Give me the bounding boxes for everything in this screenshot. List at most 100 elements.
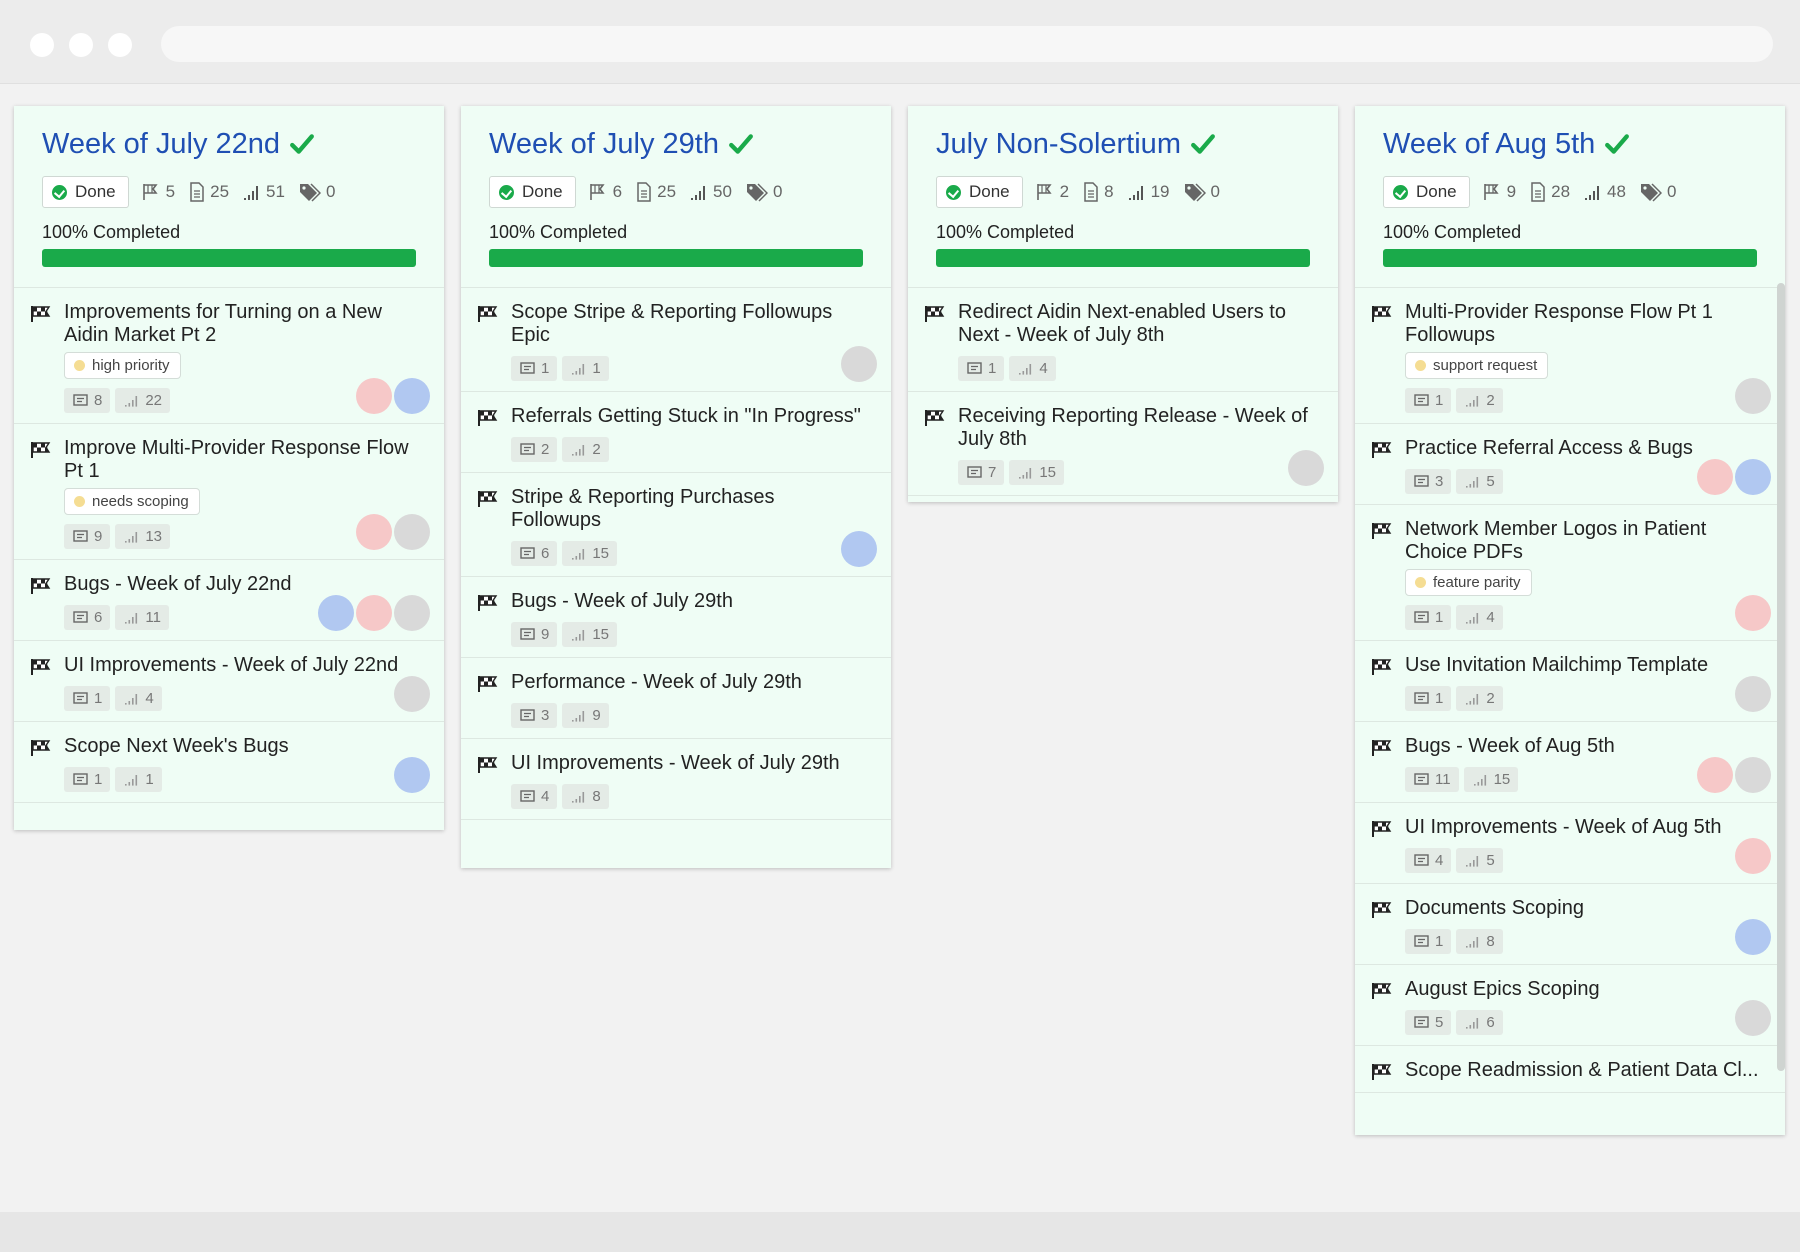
column-title[interactable]: Week of Aug 5th [1383, 128, 1595, 161]
status-button[interactable]: Done [1383, 176, 1470, 208]
milestone-count-value: 2 [1059, 182, 1070, 201]
epic-card[interactable]: Bugs - Week of Aug 5th 11 15 [1355, 722, 1785, 803]
signal-bars-icon [1466, 1017, 1479, 1029]
epic-card[interactable]: Receiving Reporting Release - Week of Ju… [908, 392, 1338, 496]
card-title[interactable]: Bugs - Week of July 22nd [64, 573, 430, 596]
epic-card[interactable]: Referrals Getting Stuck in "In Progress"… [461, 392, 891, 473]
avatar[interactable] [1697, 757, 1733, 793]
avatar[interactable] [356, 595, 392, 631]
card-title[interactable]: UI Improvements - Week of July 29th [511, 752, 877, 775]
epic-card[interactable]: Scope Readmission & Patient Data Cl... [1355, 1046, 1785, 1093]
avatar[interactable] [318, 595, 354, 631]
column-title-row[interactable]: Week of July 29th [489, 126, 863, 162]
avatar[interactable] [394, 676, 430, 712]
card-title[interactable]: Scope Readmission & Patient Data Cl... [1405, 1059, 1771, 1082]
card-label[interactable]: support request [1405, 352, 1549, 379]
epic-card[interactable]: Scope Stripe & Reporting Followups Epic … [461, 288, 891, 392]
window-close-button[interactable] [30, 33, 54, 57]
avatar[interactable] [1735, 757, 1771, 793]
card-title[interactable]: UI Improvements - Week of July 22nd [64, 654, 430, 677]
card-title[interactable]: Network Member Logos in Patient Choice P… [1405, 518, 1771, 564]
avatar[interactable] [841, 346, 877, 382]
card-title[interactable]: Multi-Provider Response Flow Pt 1 Follow… [1405, 301, 1771, 347]
avatar[interactable] [1288, 450, 1324, 486]
column-title-row[interactable]: Week of Aug 5th [1383, 126, 1757, 162]
card-title[interactable]: Receiving Reporting Release - Week of Ju… [958, 405, 1324, 451]
card-title[interactable]: Bugs - Week of Aug 5th [1405, 735, 1771, 758]
avatar[interactable] [394, 595, 430, 631]
card-footer: 1 1 [64, 766, 430, 792]
column-title[interactable]: Week of July 29th [489, 128, 719, 161]
status-button[interactable]: Done [936, 176, 1023, 208]
card-title[interactable]: Stripe & Reporting Purchases Followups [511, 486, 877, 532]
epic-card[interactable]: Stripe & Reporting Purchases Followups 6… [461, 473, 891, 577]
avatar[interactable] [1735, 378, 1771, 414]
signal-bars-icon [572, 629, 585, 641]
column-title[interactable]: Week of July 22nd [42, 128, 280, 161]
avatar[interactable] [394, 378, 430, 414]
card-list: Redirect Aidin Next-enabled Users to Nex… [908, 288, 1338, 496]
card-title[interactable]: Improvements for Turning on a New Aidin … [64, 301, 430, 347]
epic-card[interactable]: UI Improvements - Week of July 29th 4 8 [461, 739, 891, 820]
checkered-flag-icon [31, 306, 51, 322]
card-title[interactable]: Practice Referral Access & Bugs [1405, 437, 1771, 460]
epic-card[interactable]: August Epics Scoping 5 6 [1355, 965, 1785, 1046]
epic-card[interactable]: Use Invitation Mailchimp Template 1 2 [1355, 641, 1785, 722]
card-label[interactable]: high priority [64, 352, 181, 379]
window-minimize-button[interactable] [69, 33, 93, 57]
epic-card[interactable]: UI Improvements - Week of Aug 5th 4 5 [1355, 803, 1785, 884]
avatar[interactable] [356, 378, 392, 414]
window-maximize-button[interactable] [108, 33, 132, 57]
epic-card[interactable]: Practice Referral Access & Bugs 3 5 [1355, 424, 1785, 505]
comment-icon [520, 546, 535, 559]
column-title-row[interactable]: July Non-Solertium [936, 126, 1310, 162]
column-scrollbar[interactable] [1777, 283, 1785, 1071]
avatar[interactable] [1697, 459, 1733, 495]
card-title[interactable]: UI Improvements - Week of Aug 5th [1405, 816, 1771, 839]
epic-card[interactable]: Performance - Week of July 29th 3 9 [461, 658, 891, 739]
card-doc-count-value: 1 [94, 689, 103, 707]
avatar[interactable] [841, 531, 877, 567]
card-title[interactable]: Referrals Getting Stuck in "In Progress" [511, 405, 877, 428]
card-doc-count-value: 4 [1435, 851, 1444, 869]
card-points-value: 2 [1486, 689, 1495, 707]
card-title[interactable]: Scope Stripe & Reporting Followups Epic [511, 301, 877, 347]
avatar[interactable] [1735, 676, 1771, 712]
avatar[interactable] [1735, 1000, 1771, 1036]
avatar[interactable] [356, 514, 392, 550]
epic-card[interactable]: Redirect Aidin Next-enabled Users to Nex… [908, 288, 1338, 392]
epic-card[interactable]: Documents Scoping 1 8 [1355, 884, 1785, 965]
epic-card[interactable]: Improve Multi-Provider Response Flow Pt … [14, 424, 444, 560]
avatar[interactable] [394, 757, 430, 793]
epic-card[interactable]: UI Improvements - Week of July 22nd 1 4 [14, 641, 444, 722]
card-title[interactable]: Scope Next Week's Bugs [64, 735, 430, 758]
status-button[interactable]: Done [42, 176, 129, 208]
epic-card[interactable]: Scope Next Week's Bugs 1 1 [14, 722, 444, 803]
card-title[interactable]: Redirect Aidin Next-enabled Users to Nex… [958, 301, 1324, 347]
epic-card[interactable]: Multi-Provider Response Flow Pt 1 Follow… [1355, 288, 1785, 424]
card-label[interactable]: needs scoping [64, 488, 200, 515]
card-doc-count: 9 [64, 523, 111, 549]
address-bar[interactable] [161, 26, 1773, 62]
card-title[interactable]: Performance - Week of July 29th [511, 671, 877, 694]
epic-card[interactable]: Bugs - Week of July 29th 9 15 [461, 577, 891, 658]
epic-card[interactable]: Improvements for Turning on a New Aidin … [14, 288, 444, 424]
card-doc-count: 3 [1405, 468, 1452, 494]
epic-card[interactable]: Network Member Logos in Patient Choice P… [1355, 505, 1785, 641]
avatar[interactable] [1735, 919, 1771, 955]
avatar[interactable] [394, 514, 430, 550]
avatar[interactable] [1735, 838, 1771, 874]
avatar[interactable] [1735, 595, 1771, 631]
epic-card[interactable]: Bugs - Week of July 22nd 6 11 [14, 560, 444, 641]
column-title-row[interactable]: Week of July 22nd [42, 126, 416, 162]
card-title[interactable]: Documents Scoping [1405, 897, 1771, 920]
card-title[interactable]: Bugs - Week of July 29th [511, 590, 877, 613]
card-title[interactable]: Improve Multi-Provider Response Flow Pt … [64, 437, 430, 483]
card-title[interactable]: Use Invitation Mailchimp Template [1405, 654, 1771, 677]
column-title[interactable]: July Non-Solertium [936, 128, 1181, 161]
status-button[interactable]: Done [489, 176, 576, 208]
card-title[interactable]: August Epics Scoping [1405, 978, 1771, 1001]
status-bar [0, 1212, 1800, 1252]
avatar[interactable] [1735, 459, 1771, 495]
card-label[interactable]: feature parity [1405, 569, 1532, 596]
